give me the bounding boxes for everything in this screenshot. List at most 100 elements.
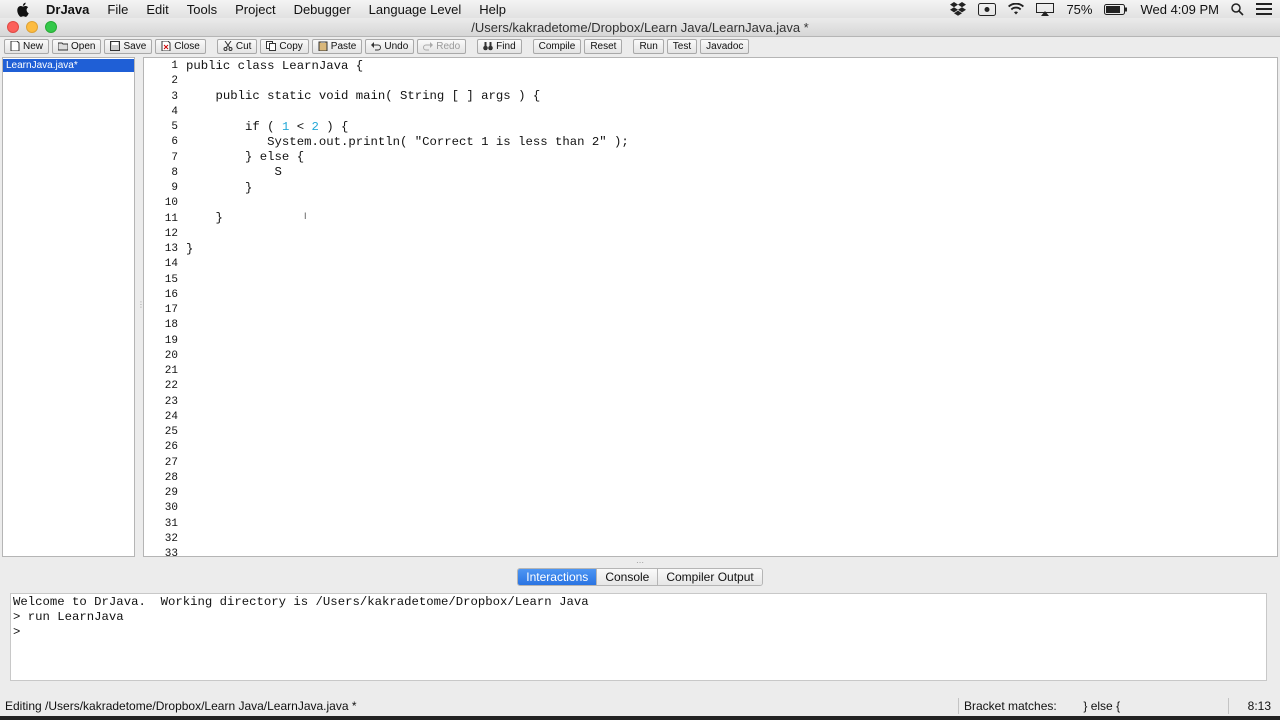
run-button[interactable]: Run — [633, 38, 664, 54]
tab-console[interactable]: Console — [597, 569, 659, 585]
close-button[interactable]: Close — [155, 38, 206, 54]
redo-button[interactable]: Redo — [417, 38, 467, 54]
redo-label: Redo — [436, 40, 461, 52]
number-literal: 2 — [311, 120, 319, 134]
run-label: Run — [639, 40, 658, 52]
document-list: LearnJava.java* — [2, 57, 135, 557]
clipboard-icon — [318, 41, 328, 52]
code-editor[interactable]: 1 2 3 4 5 6 7 8 9 10 11 12 13 14 15 16 1… — [143, 57, 1278, 557]
javadoc-label: Javadoc — [706, 40, 744, 52]
status-menu-area: 75% Wed 4:09 PM — [950, 0, 1272, 18]
javadoc-button[interactable]: Javadoc — [700, 38, 750, 54]
bottom-tabs: Interactions Console Compiler Output — [0, 568, 1280, 586]
apple-icon[interactable] — [16, 1, 32, 17]
tab-compiler-output[interactable]: Compiler Output — [658, 569, 762, 585]
line-number: 26 — [164, 441, 178, 453]
menu-app-name[interactable]: DrJava — [46, 2, 89, 17]
battery-percent: 75% — [1066, 1, 1093, 17]
window-bottom-edge — [0, 716, 1280, 720]
code-line-13: } — [186, 242, 194, 256]
line-number: 28 — [164, 472, 178, 484]
save-label: Save — [123, 40, 147, 52]
line-number: 30 — [164, 502, 178, 514]
line-number: 7 — [171, 152, 178, 164]
code-line-6: System.out.println( "Correct 1 is less t… — [186, 135, 629, 149]
line-number: 18 — [164, 319, 178, 331]
code-line-8: S — [186, 165, 282, 179]
spotlight-search-icon[interactable] — [1231, 2, 1244, 16]
paste-button[interactable]: Paste — [311, 38, 363, 54]
wifi-icon[interactable] — [1008, 3, 1025, 15]
code-line-9: } — [186, 181, 253, 195]
new-label: New — [23, 40, 44, 52]
undo-button[interactable]: Undo — [365, 38, 415, 54]
interactions-line: > run LearnJava — [13, 610, 124, 624]
undo-arrow-icon — [371, 41, 382, 51]
copy-button[interactable]: Copy — [260, 38, 309, 54]
copy-icon — [266, 41, 277, 51]
notification-center-icon[interactable] — [1256, 3, 1272, 15]
line-number-gutter: 1 2 3 4 5 6 7 8 9 10 11 12 13 14 15 16 1… — [144, 58, 178, 556]
code-text: if ( — [186, 120, 282, 134]
line-number: 16 — [164, 289, 178, 301]
line-number: 27 — [164, 457, 178, 469]
scissors-icon — [223, 40, 233, 51]
tab-bar: Interactions Console Compiler Output — [517, 568, 763, 586]
save-button[interactable]: Save — [104, 38, 153, 54]
line-number: 3 — [171, 91, 178, 103]
window-title: /Users/kakradetome/Dropbox/Learn Java/Le… — [471, 20, 809, 35]
line-number: 6 — [171, 136, 178, 148]
new-button[interactable]: New — [4, 38, 50, 54]
menu-help[interactable]: Help — [479, 2, 506, 17]
menu-debugger[interactable]: Debugger — [294, 2, 351, 17]
cut-button[interactable]: Cut — [216, 38, 258, 54]
vertical-split-handle[interactable]: ⋮ — [137, 300, 145, 312]
find-label: Find — [496, 40, 516, 52]
line-number: 2 — [171, 75, 178, 87]
find-button[interactable]: Find — [477, 38, 522, 54]
new-file-icon — [10, 40, 20, 52]
menu-edit[interactable]: Edit — [146, 2, 168, 17]
interactions-prompt[interactable]: > — [13, 625, 20, 639]
menu-tools[interactable]: Tools — [187, 2, 217, 17]
binoculars-icon — [483, 41, 493, 51]
line-number: 9 — [171, 182, 178, 194]
line-number: 32 — [164, 533, 178, 545]
screen-record-icon[interactable] — [978, 2, 997, 16]
status-editing-path: Editing /Users/kakradetome/Dropbox/Learn… — [5, 699, 357, 713]
line-number: 5 — [171, 121, 178, 133]
dropbox-icon[interactable] — [950, 2, 967, 16]
menu-language-level[interactable]: Language Level — [369, 2, 462, 17]
line-number: 25 — [164, 426, 178, 438]
document-list-item[interactable]: LearnJava.java* — [3, 59, 134, 72]
line-number: 24 — [164, 411, 178, 423]
line-number: 31 — [164, 518, 178, 530]
test-button[interactable]: Test — [666, 38, 698, 54]
line-number: 15 — [164, 274, 178, 286]
menu-bar: DrJava File Edit Tools Project Debugger … — [0, 0, 1280, 18]
status-divider — [958, 698, 959, 714]
battery-icon[interactable] — [1104, 3, 1128, 15]
horizontal-split-handle[interactable]: ⋯ — [636, 558, 644, 567]
line-number: 8 — [171, 167, 178, 179]
clock[interactable]: Wed 4:09 PM — [1140, 2, 1219, 17]
line-number: 33 — [164, 548, 178, 557]
line-number: 20 — [164, 350, 178, 362]
line-number: 19 — [164, 335, 178, 347]
save-disk-icon — [110, 41, 121, 51]
reset-label: Reset — [590, 40, 617, 52]
redo-arrow-icon — [423, 41, 434, 51]
window-title-bar: /Users/kakradetome/Dropbox/Learn Java/Le… — [0, 18, 1280, 37]
tab-interactions[interactable]: Interactions — [518, 569, 598, 585]
airplay-icon[interactable] — [1036, 2, 1055, 16]
open-button[interactable]: Open — [52, 38, 102, 54]
test-label: Test — [672, 40, 692, 52]
line-number: 21 — [164, 365, 178, 377]
status-bracket-matches: Bracket matches: } else { — [964, 699, 1120, 713]
menu-file[interactable]: File — [107, 2, 128, 17]
compile-button[interactable]: Compile — [532, 38, 582, 54]
menu-project[interactable]: Project — [235, 2, 275, 17]
line-number: 4 — [171, 106, 178, 118]
interactions-pane[interactable]: Welcome to DrJava. Working directory is … — [10, 593, 1267, 681]
reset-button[interactable]: Reset — [584, 38, 623, 54]
